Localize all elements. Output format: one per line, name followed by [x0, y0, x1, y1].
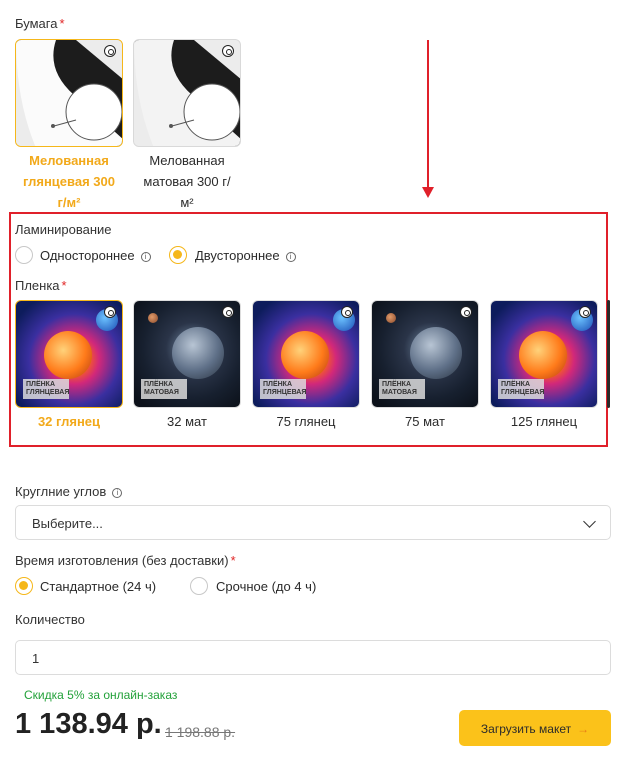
film-tag: ПЛЁНКА ГЛЯНЦЕВАЯ [260, 379, 306, 399]
planet-graphic [410, 327, 462, 379]
production-option-urgent[interactable]: Срочное (до 4 ч) [216, 579, 316, 594]
paper-caption-glossy: Мелованная глянцевая 300 г/м² [9, 150, 129, 213]
film-option-75-matte[interactable]: ПЛЁНКА МАТОВАЯ [371, 300, 479, 408]
planet-graphic [386, 313, 396, 323]
option-label: Одностороннее [40, 248, 135, 263]
required-mark: * [230, 553, 236, 568]
production-time-label-text: Время изготовления (без доставки) [15, 553, 229, 568]
chevron-down-icon [583, 515, 596, 528]
paper-caption-matte: Мелованная матовая 300 г/ м² [127, 150, 247, 213]
select-value: Выберите... [32, 516, 103, 531]
lens-icon [460, 306, 472, 318]
old-price: 1 198.88 р. [165, 724, 236, 740]
film-label-text: Пленка [15, 278, 60, 293]
caption-line: м² [180, 195, 194, 210]
film-tag: ПЛЁНКА МАТОВАЯ [379, 379, 425, 399]
annotation-arrow-head [422, 187, 434, 198]
info-circle-icon[interactable]: i [285, 252, 296, 262]
required-mark: * [61, 278, 67, 293]
production-radio-standard[interactable] [15, 577, 33, 595]
film-option-32-matte[interactable]: ПЛЁНКА МАТОВАЯ [133, 300, 241, 408]
lamination-option-double[interactable]: Двустороннее i [195, 248, 296, 263]
annotation-arrow-line [427, 40, 429, 190]
film-tag: ПЛЁНКА МАТОВАЯ [141, 379, 187, 399]
paper-label: Бумага * [15, 16, 65, 31]
quantity-value: 1 [32, 651, 40, 666]
caption-line: г/м² [57, 195, 81, 210]
film-caption: 32 глянец [37, 414, 101, 429]
corners-label: Круглние углов i [15, 484, 123, 499]
film-caption: 125 глянец [510, 414, 578, 429]
planet-graphic [148, 313, 158, 323]
paper-option-matte[interactable] [133, 39, 241, 147]
lamination-radio-single[interactable] [15, 246, 33, 264]
lens-icon [341, 306, 353, 318]
film-option-75-gloss[interactable]: ПЛЁНКА ГЛЯНЦЕВАЯ [252, 300, 360, 408]
lens-icon [579, 306, 591, 318]
film-tag: ПЛЁНКА ГЛЯНЦЕВАЯ [23, 379, 69, 399]
lamination-radio-double[interactable] [169, 246, 187, 264]
film-carousel-overflow [607, 300, 610, 408]
film-option-125-gloss[interactable]: ПЛЁНКА ГЛЯНЦЕВАЯ [490, 300, 598, 408]
arrow-right-icon: → [577, 722, 590, 736]
lamination-label: Ламинирование [15, 222, 112, 237]
caption-line: Мелованная [149, 153, 225, 168]
film-tag: ПЛЁНКА ГЛЯНЦЕВАЯ [498, 379, 544, 399]
option-label: Двустороннее [195, 248, 280, 263]
planet-graphic [172, 327, 224, 379]
discount-text: Скидка 5% за онлайн-заказ [24, 688, 178, 702]
film-caption: 75 мат [405, 414, 445, 429]
film-caption: 75 глянец [276, 414, 336, 429]
lens-icon [222, 45, 234, 57]
lens-icon [104, 306, 116, 318]
required-mark: * [59, 16, 65, 31]
film-caption: 32 мат [167, 414, 207, 429]
planet-graphic [44, 331, 92, 379]
film-label: Пленка * [15, 278, 67, 293]
upload-layout-button[interactable]: Загрузить макет → [459, 710, 611, 746]
info-circle-icon[interactable]: i [140, 252, 151, 262]
film-option-32-gloss[interactable]: ПЛЁНКА ГЛЯНЦЕВАЯ [15, 300, 123, 408]
planet-graphic [519, 331, 567, 379]
corners-select[interactable]: Выберите... [15, 505, 611, 540]
production-radio-urgent[interactable] [190, 577, 208, 595]
caption-line: глянцевая 300 [23, 174, 115, 189]
lamination-option-single[interactable]: Одностороннее i [40, 248, 151, 263]
quantity-input[interactable]: 1 [15, 640, 611, 675]
paper-label-text: Бумага [15, 16, 58, 31]
paper-option-glossy[interactable] [15, 39, 123, 147]
corners-label-text: Круглние углов [15, 484, 107, 499]
production-time-label: Время изготовления (без доставки) * [15, 553, 236, 568]
production-option-standard[interactable]: Стандартное (24 ч) [40, 579, 156, 594]
upload-button-label: Загрузить макет [480, 722, 572, 736]
price: 1 138.94 р. [15, 708, 162, 740]
caption-line: Мелованная [29, 153, 109, 168]
info-circle-icon[interactable]: i [112, 488, 123, 498]
lens-icon [222, 306, 234, 318]
lens-icon [104, 45, 116, 57]
quantity-label: Количество [15, 612, 85, 627]
caption-line: матовая 300 г/ [143, 174, 231, 189]
planet-graphic [281, 331, 329, 379]
